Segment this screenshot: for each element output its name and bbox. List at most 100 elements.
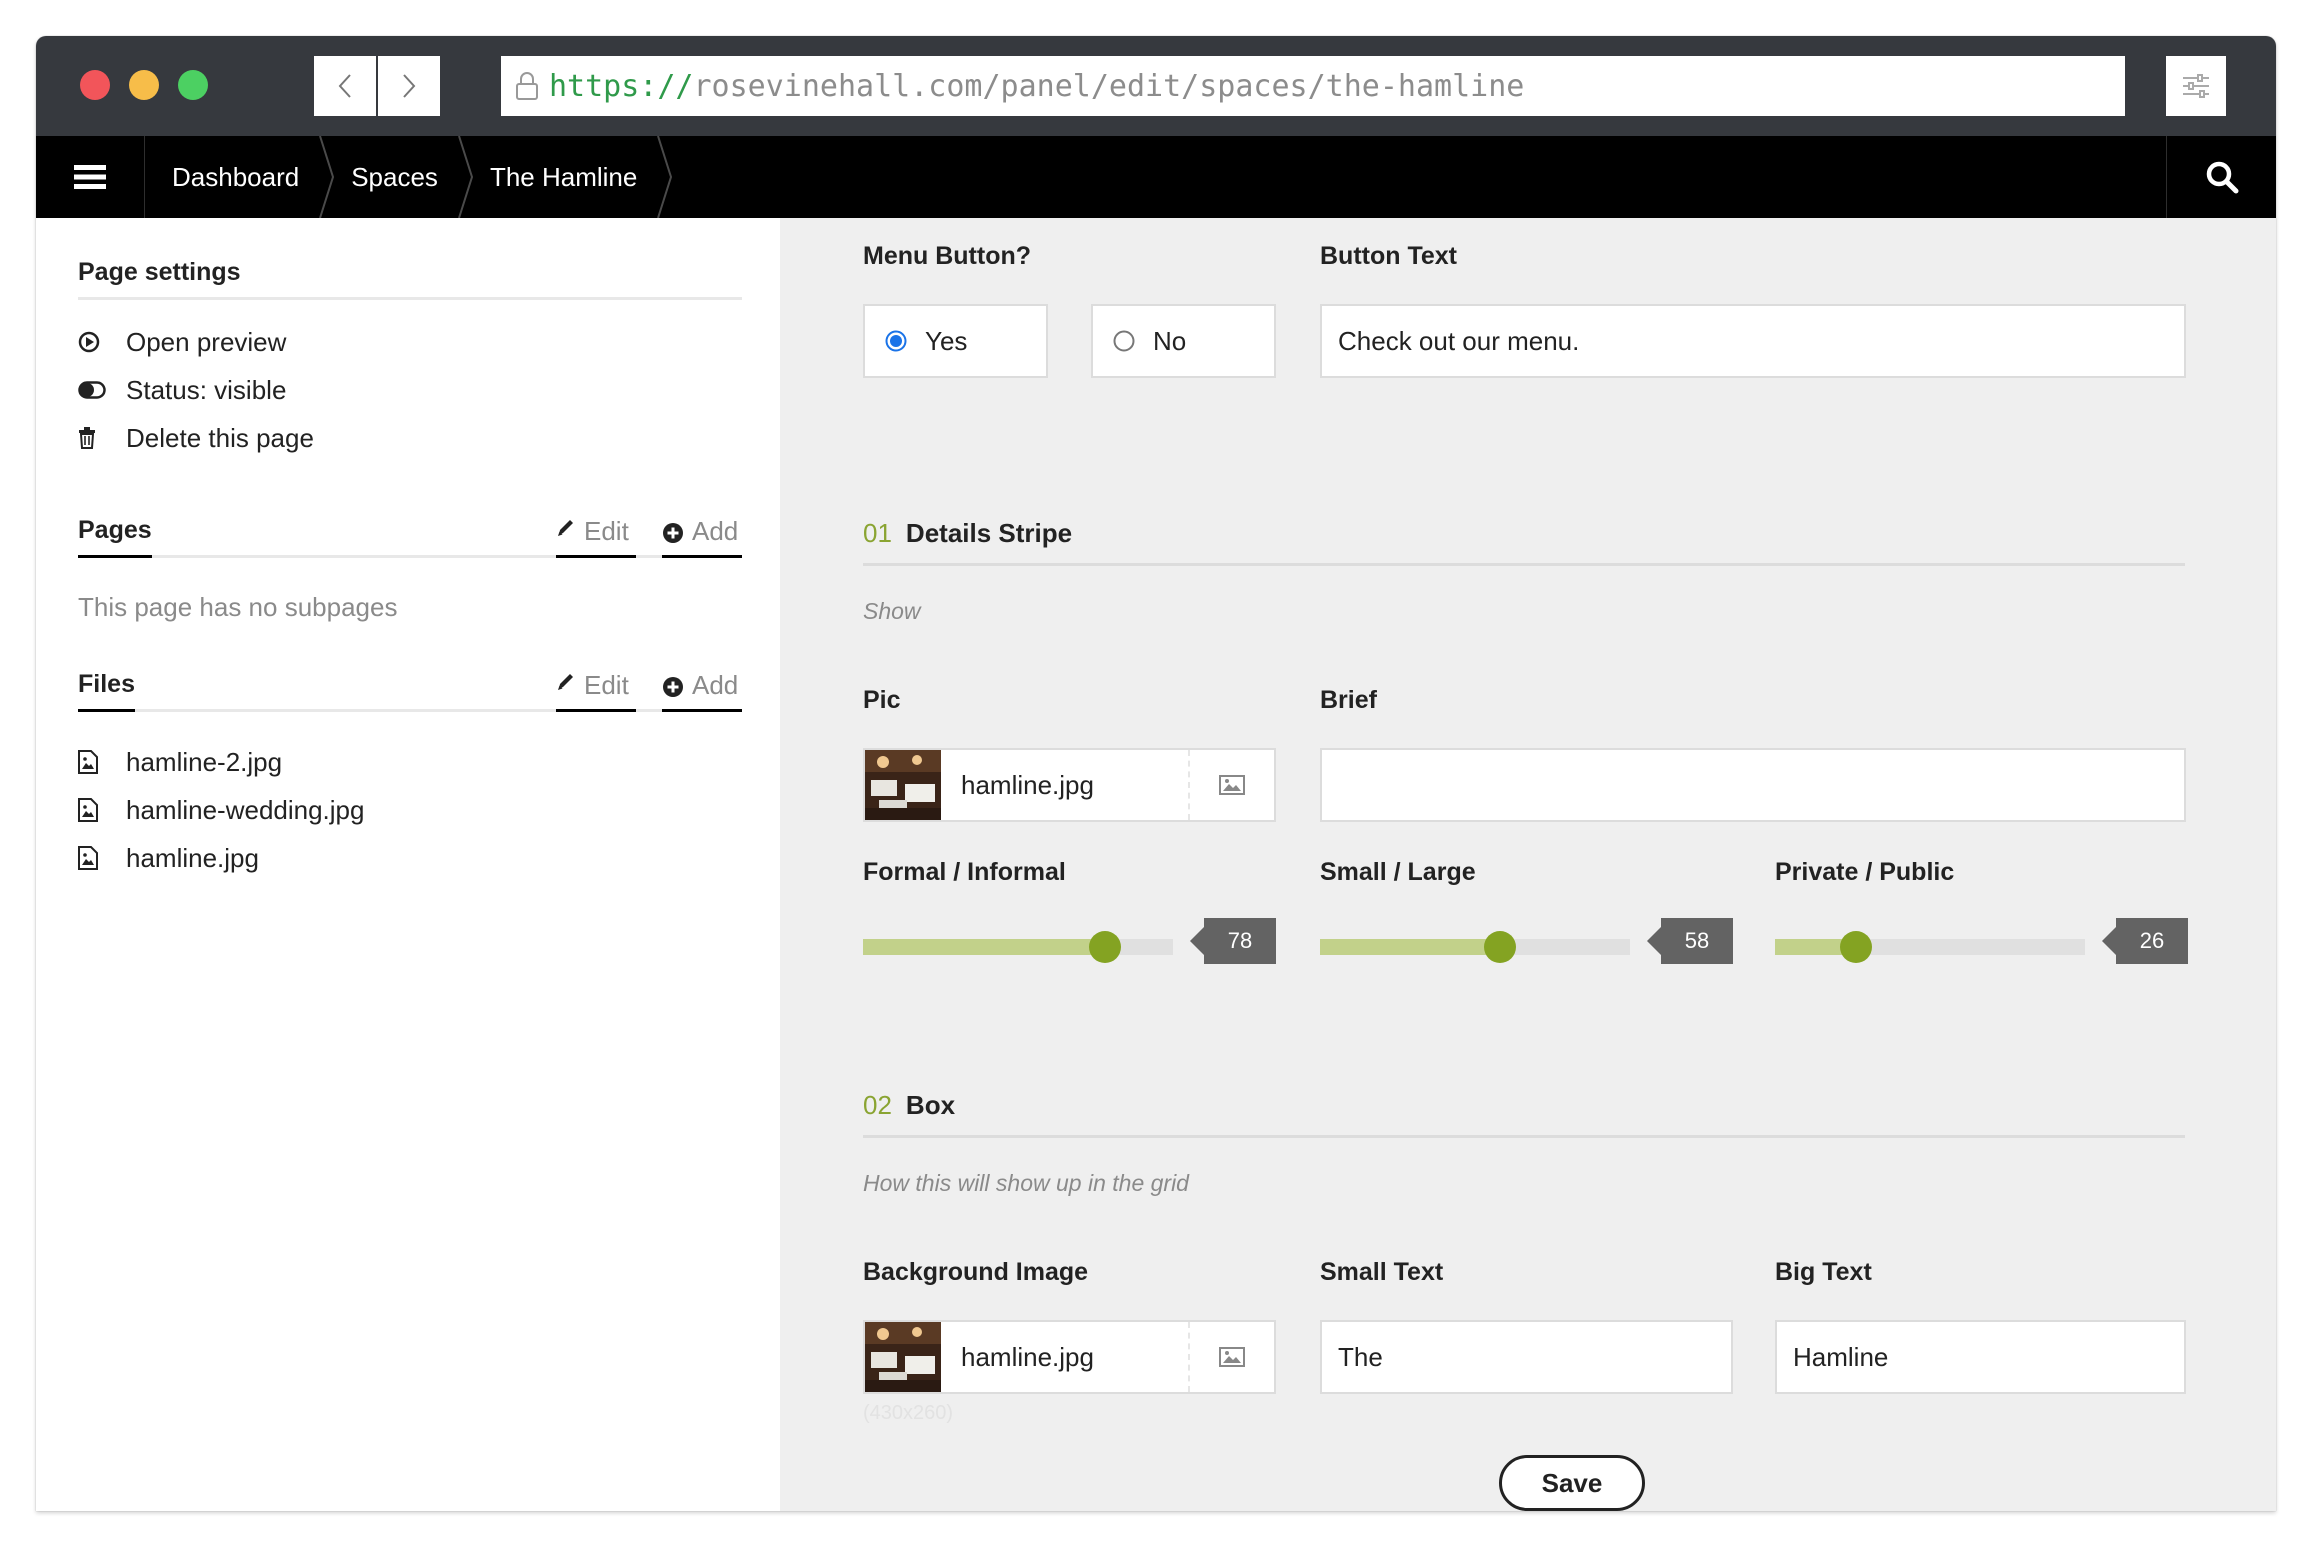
- file-name: hamline-2.jpg: [126, 746, 283, 777]
- hamburger-icon: [74, 165, 106, 189]
- slider-value: 78: [1190, 918, 1276, 964]
- maximize-window-dot[interactable]: [178, 70, 208, 100]
- pic-file-field[interactable]: hamline.jpg: [863, 748, 1276, 822]
- page-settings-list: Open preview Status: visible Delete this…: [78, 318, 314, 462]
- chevron-left-icon: [338, 74, 351, 98]
- files-edit-button[interactable]: Edit: [556, 670, 636, 712]
- breadcrumb-the-hamline[interactable]: The Hamline: [464, 136, 673, 218]
- forward-button[interactable]: [378, 56, 440, 116]
- slider-fill: [1320, 939, 1500, 955]
- browser-chrome: https://rosevinehall.com/panel/edit/spac…: [36, 36, 2276, 136]
- slider-track: [863, 939, 1173, 955]
- section-details-stripe: 01 Details Stripe: [863, 518, 2185, 566]
- files-edit-label: Edit: [584, 670, 629, 700]
- background-image-label: Background Image: [863, 1258, 1089, 1286]
- preview-icon: [78, 331, 126, 353]
- big-text-input[interactable]: Hamline: [1775, 1320, 2186, 1394]
- pages-edit-button[interactable]: Edit: [556, 516, 636, 558]
- trash-icon: [78, 427, 126, 449]
- delete-page-link[interactable]: Delete this page: [78, 414, 314, 462]
- file-item[interactable]: hamline.jpg: [78, 834, 364, 882]
- file-item[interactable]: hamline-wedding.jpg: [78, 786, 364, 834]
- plus-circle-icon: [663, 677, 683, 697]
- slider-handle[interactable]: [1089, 931, 1121, 963]
- small-large-label: Small / Large: [1320, 858, 1476, 886]
- files-title: Files: [78, 670, 135, 712]
- small-large-slider[interactable]: 58: [1320, 918, 1733, 968]
- sliders-icon: [2183, 74, 2209, 98]
- brief-input[interactable]: [1320, 748, 2186, 822]
- pic-label: Pic: [863, 686, 901, 714]
- button-text-input[interactable]: Check out our menu.: [1320, 304, 2186, 378]
- background-image-size-hint: (430x260): [863, 1402, 954, 1424]
- browser-settings-button[interactable]: [2166, 56, 2226, 116]
- pic-file-name: hamline.jpg: [961, 769, 1094, 800]
- big-text-label: Big Text: [1775, 1258, 1872, 1286]
- breadcrumb-label: Dashboard: [172, 161, 300, 192]
- small-text-label: Small Text: [1320, 1258, 1444, 1286]
- section-title: Box: [905, 1090, 956, 1120]
- image-picker-icon[interactable]: [1188, 1322, 1274, 1392]
- url-scheme: https://: [549, 68, 694, 104]
- pages-add-button[interactable]: Add: [662, 516, 742, 558]
- close-window-dot[interactable]: [80, 70, 110, 100]
- breadcrumb-label: Spaces: [351, 161, 438, 192]
- status-label: Status: visible: [126, 374, 287, 405]
- open-preview-link[interactable]: Open preview: [78, 318, 314, 366]
- slider-handle[interactable]: [1840, 931, 1872, 963]
- back-button[interactable]: [314, 56, 376, 116]
- menu-button-no-option[interactable]: No: [1091, 304, 1276, 378]
- page-settings-header: Page settings: [78, 258, 742, 300]
- pages-title: Pages: [78, 516, 152, 558]
- background-image-file-field[interactable]: hamline.jpg: [863, 1320, 1276, 1394]
- slider-handle[interactable]: [1484, 931, 1516, 963]
- background-image-file-name: hamline.jpg: [961, 1341, 1094, 1372]
- slider-value: 26: [2102, 918, 2188, 964]
- radio-unchecked-icon: [1113, 330, 1135, 352]
- brief-label: Brief: [1320, 686, 1377, 714]
- search-button[interactable]: [2166, 136, 2276, 218]
- image-file-icon: [78, 798, 126, 822]
- panel-topbar: Dashboard Spaces The Hamline: [36, 136, 2276, 218]
- pages-header: Pages Edit Add: [78, 516, 742, 558]
- image-picker-icon[interactable]: [1188, 750, 1274, 820]
- files-list: hamline-2.jpg hamline-wedding.jpg hamlin…: [78, 738, 364, 882]
- pencil-icon: [558, 674, 573, 690]
- breadcrumb-dashboard[interactable]: Dashboard: [146, 136, 335, 218]
- formal-informal-label: Formal / Informal: [863, 858, 1066, 886]
- menu-button-yes-option[interactable]: Yes: [863, 304, 1048, 378]
- status-toggle-link[interactable]: Status: visible: [78, 366, 314, 414]
- menu-toggle-button[interactable]: [36, 136, 145, 218]
- formal-informal-slider[interactable]: 78: [863, 918, 1276, 968]
- image-file-icon: [78, 846, 126, 870]
- files-add-button[interactable]: Add: [662, 670, 742, 712]
- section-number: 02: [863, 1090, 892, 1120]
- save-button[interactable]: Save: [1499, 1455, 1645, 1511]
- slider-fill: [863, 939, 1105, 955]
- breadcrumb: Dashboard Spaces The Hamline: [146, 136, 673, 218]
- section-number: 01: [863, 518, 892, 548]
- slider-track: [1775, 939, 2085, 955]
- file-name: hamline.jpg: [126, 842, 259, 873]
- private-public-slider[interactable]: 26: [1775, 918, 2188, 968]
- edit-form: Menu Button? Yes No Button Text Check ou…: [780, 218, 2276, 1511]
- minimize-window-dot[interactable]: [129, 70, 159, 100]
- breadcrumb-spaces[interactable]: Spaces: [325, 136, 473, 218]
- button-text-label: Button Text: [1320, 242, 1458, 270]
- small-text-input[interactable]: The: [1320, 1320, 1733, 1394]
- delete-page-label: Delete this page: [126, 422, 314, 453]
- address-bar[interactable]: https://rosevinehall.com/panel/edit/spac…: [501, 56, 2125, 116]
- file-item[interactable]: hamline-2.jpg: [78, 738, 364, 786]
- menu-button-label: Menu Button?: [863, 242, 1032, 270]
- image-file-icon: [78, 750, 126, 774]
- section-subtitle: How this will show up in the grid: [863, 1170, 1189, 1196]
- url-path: rosevinehall.com/panel/edit/spaces/the-h…: [693, 68, 1525, 104]
- pages-add-label: Add: [692, 516, 739, 546]
- yes-label: Yes: [925, 325, 968, 356]
- breadcrumb-separator-icon: [657, 136, 673, 218]
- lock-icon: [515, 71, 539, 101]
- no-subpages-text: This page has no subpages: [78, 592, 398, 622]
- search-icon: [2206, 161, 2238, 194]
- radio-checked-icon: [885, 330, 907, 352]
- slider-track: [1320, 939, 1630, 955]
